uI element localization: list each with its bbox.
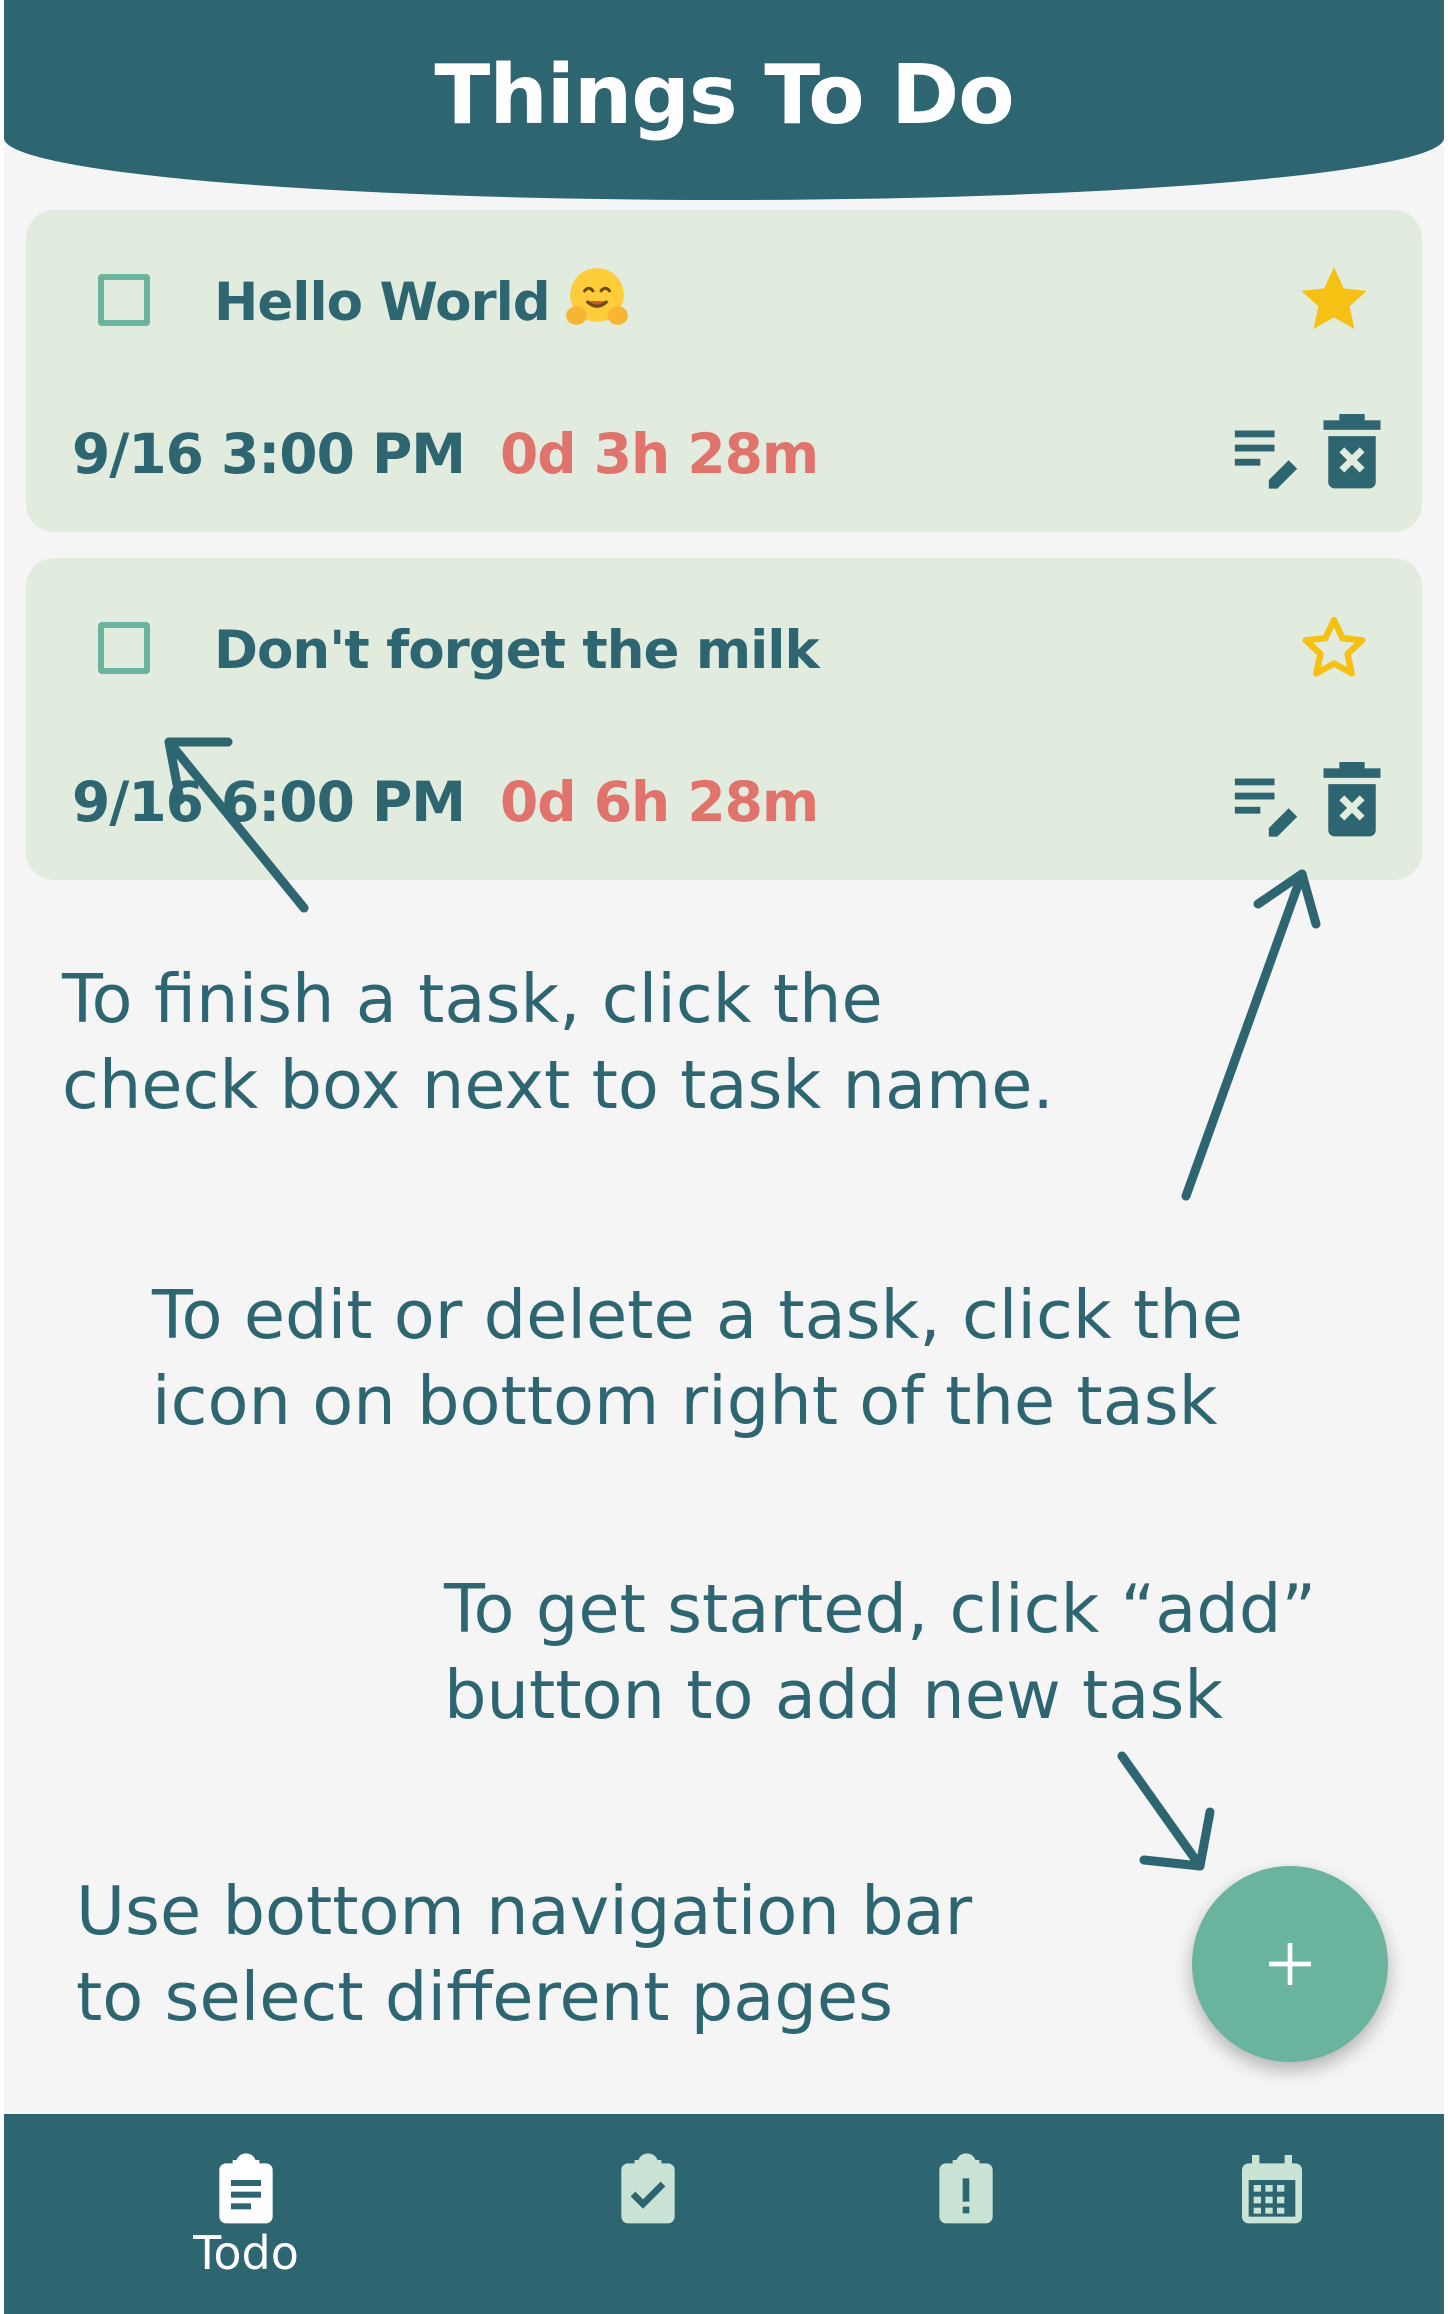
clipboard-list-icon <box>219 2153 273 2224</box>
nav-item-important[interactable] <box>866 2114 1066 2314</box>
help-finish-task-text: To finish a task, click the check box ne… <box>62 960 1054 1124</box>
help-navigation-text: Use bottom navigation bar to select diff… <box>76 1872 973 2036</box>
task-date: 9/16 3:00 PM <box>72 422 466 486</box>
task-date: 9/16 6:00 PM <box>72 770 466 834</box>
edit-note-icon[interactable] <box>1232 770 1300 838</box>
edit-note-icon[interactable] <box>1232 422 1300 490</box>
plus-icon <box>1269 1943 1311 1985</box>
add-task-button[interactable] <box>1192 1866 1388 2062</box>
clipboard-alert-icon <box>939 2153 993 2224</box>
app-screen: Things To Do Hello World 9/16 3:00 PM 0d… <box>4 0 1444 2314</box>
task-remaining-time: 0d 6h 28m <box>500 770 819 834</box>
task-card[interactable]: Hello World 9/16 3:00 PM 0d 3h 28m <box>26 210 1422 532</box>
arrow-to-add-button-icon <box>1117 1751 1215 1871</box>
delete-icon[interactable] <box>1320 762 1384 838</box>
nav-item-label: Todo <box>193 2226 299 2280</box>
app-title: Things To Do <box>434 48 1014 143</box>
help-add-task-text: To get started, click “add” button to ad… <box>444 1570 1317 1734</box>
hugging-face-emoji-icon <box>565 268 628 326</box>
help-edit-task-text: To edit or delete a task, click the icon… <box>152 1276 1243 1440</box>
arrow-to-edit-icons-icon <box>1181 869 1321 1201</box>
nav-item-completed[interactable] <box>548 2114 748 2314</box>
clipboard-check-icon <box>621 2153 675 2224</box>
bottom-navigation-bar: Todo <box>4 2114 1444 2314</box>
task-card[interactable]: Don't forget the milk 9/16 6:00 PM 0d 6h… <box>26 558 1422 880</box>
nav-item-calendar[interactable] <box>1172 2114 1372 2314</box>
task-remaining-time: 0d 3h 28m <box>500 422 819 486</box>
star-filled-icon[interactable] <box>1294 260 1374 340</box>
delete-icon[interactable] <box>1320 414 1384 490</box>
app-header: Things To Do <box>4 0 1444 200</box>
nav-item-todo[interactable]: Todo <box>146 2114 346 2314</box>
task-title-text: Hello World <box>214 272 551 333</box>
calendar-icon <box>1242 2155 1302 2224</box>
task-checkbox[interactable] <box>98 274 150 326</box>
star-outline-icon[interactable] <box>1294 608 1374 688</box>
task-title: Don't forget the milk <box>214 620 820 681</box>
task-title: Hello World <box>214 268 630 338</box>
task-checkbox[interactable] <box>98 622 150 674</box>
